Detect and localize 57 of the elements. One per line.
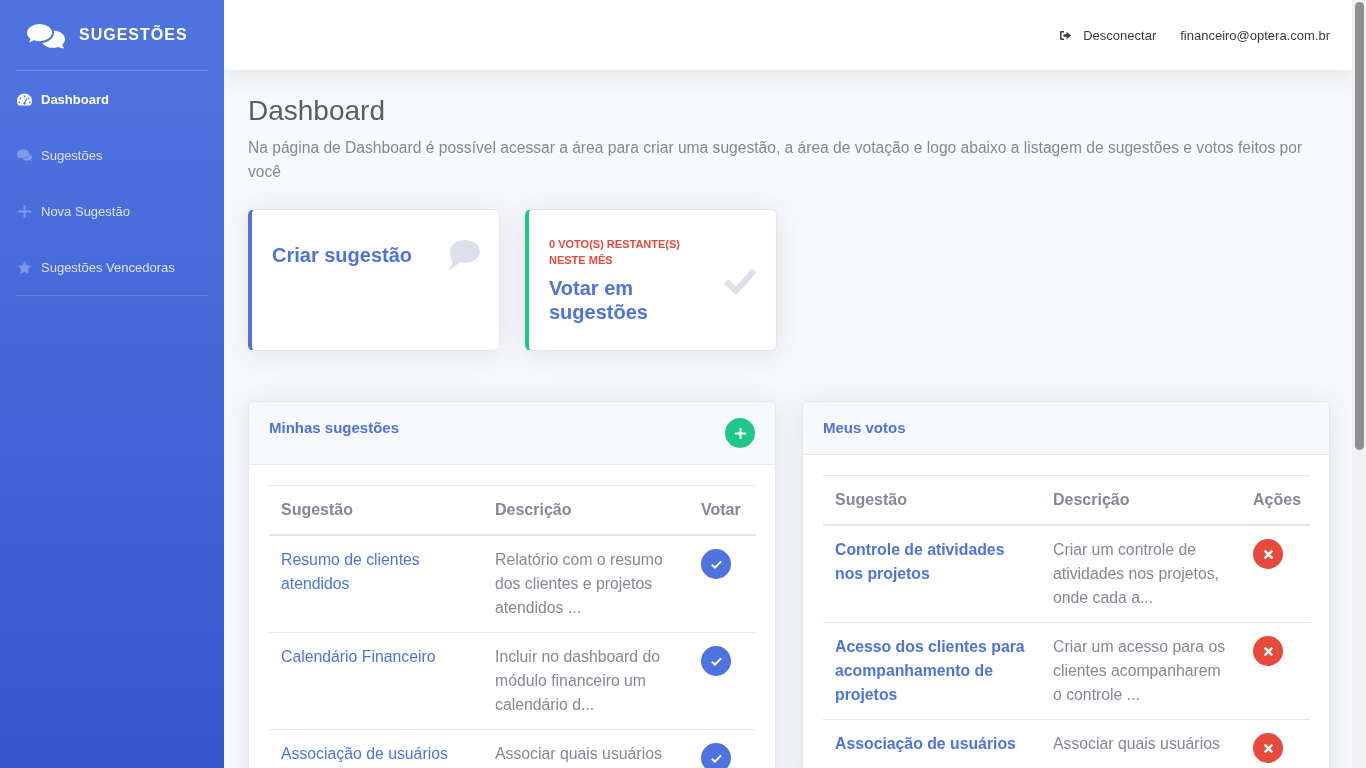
remove-vote-button[interactable] bbox=[1253, 539, 1283, 569]
column-header: Descrição bbox=[1041, 475, 1241, 525]
suggestion-link[interactable]: Controle de atividades nos projetos bbox=[835, 538, 1029, 586]
remaining-votes-note: 0 VOTO(S) RESTANTE(S) NESTE MÊS bbox=[549, 237, 681, 268]
remove-vote-button[interactable] bbox=[1253, 733, 1283, 763]
page-title: Dashboard bbox=[248, 94, 386, 128]
speech-bubbles-icon bbox=[25, 21, 65, 49]
column-header: Sugestão bbox=[823, 475, 1041, 525]
action-card[interactable]: 0 VOTO(S) RESTANTE(S) NESTE MÊS Votar em sugestões bbox=[525, 209, 777, 351]
check-icon bbox=[710, 655, 722, 667]
suggestion-link[interactable]: Associação de usuários bbox=[835, 732, 1029, 756]
close-icon bbox=[1262, 645, 1274, 657]
star-icon bbox=[17, 260, 32, 274]
card-title: Criar sugestão bbox=[272, 243, 413, 267]
page-description: Na página de Dashboard é possível acessar a área para criar uma sugestão, a área de votação e logo abaixo a listagem de sugestões e votos feitos por você bbox=[248, 138, 1304, 182]
nav-item[interactable]: Nova Sugestão bbox=[16, 183, 208, 239]
plus-icon bbox=[17, 204, 32, 218]
speech-bubbles-icon bbox=[17, 148, 32, 162]
nav-item[interactable]: Sugestões Vencedoras bbox=[16, 239, 208, 295]
brand-name: SUGESTÕES bbox=[79, 26, 188, 44]
vote-button[interactable] bbox=[701, 646, 731, 676]
check-icon bbox=[710, 558, 722, 570]
description-cell: Incluir no dashboard do módulo financeiro um calendário d... bbox=[483, 632, 689, 730]
check-icon bbox=[710, 752, 722, 764]
description-cell: Associar quais usuários bbox=[483, 729, 689, 768]
suggestion-link[interactable]: Calendário Financeiro bbox=[281, 645, 471, 669]
vote-button[interactable] bbox=[701, 549, 731, 579]
logout-link[interactable]: Desconectar bbox=[1060, 27, 1157, 43]
column-header: Descrição bbox=[483, 485, 689, 535]
panel-title: Minhas sugestões bbox=[269, 418, 400, 438]
description-cell: Associar quais usuários bbox=[1041, 719, 1241, 768]
speech-bubble-icon bbox=[447, 240, 480, 270]
column-header: Sugestão bbox=[269, 485, 483, 535]
scrollbar-thumb[interactable] bbox=[1355, 2, 1364, 450]
card-title: Votar em sugestões bbox=[549, 276, 649, 324]
suggestion-link[interactable]: Acesso dos clientes para acompanhamento de projetos bbox=[835, 635, 1029, 707]
nav-item[interactable]: Dashboard bbox=[16, 71, 208, 127]
nav-item[interactable]: Sugestões bbox=[16, 127, 208, 183]
close-icon bbox=[1262, 742, 1274, 754]
column-header: Votar bbox=[689, 485, 756, 535]
gauge-icon bbox=[17, 92, 32, 106]
check-icon bbox=[723, 266, 757, 294]
suggestion-link[interactable]: Resumo de clientes atendidos bbox=[281, 548, 471, 596]
suggestion-link[interactable]: Associação de usuários bbox=[281, 742, 471, 766]
description-cell: Criar um controle de atividades nos projetos, onde cada a... bbox=[1041, 525, 1241, 623]
close-icon bbox=[1262, 548, 1274, 560]
description-cell: Relatório com o resumo dos clientes e projetos atendidos ... bbox=[483, 535, 689, 633]
action-card[interactable]: Criar sugestão bbox=[248, 209, 500, 351]
vote-button[interactable] bbox=[701, 743, 731, 768]
user-email: financeiro@optera.com.br bbox=[1180, 27, 1330, 43]
column-header: Ações bbox=[1241, 475, 1310, 525]
panel-title: Meus votos bbox=[823, 418, 906, 438]
plus-icon bbox=[734, 427, 746, 439]
sign-out-icon bbox=[1060, 30, 1072, 40]
remove-vote-button[interactable] bbox=[1253, 636, 1283, 666]
description-cell: Criar um acesso para os clientes acompanharem o controle ... bbox=[1041, 622, 1241, 720]
add-button[interactable] bbox=[725, 418, 755, 448]
